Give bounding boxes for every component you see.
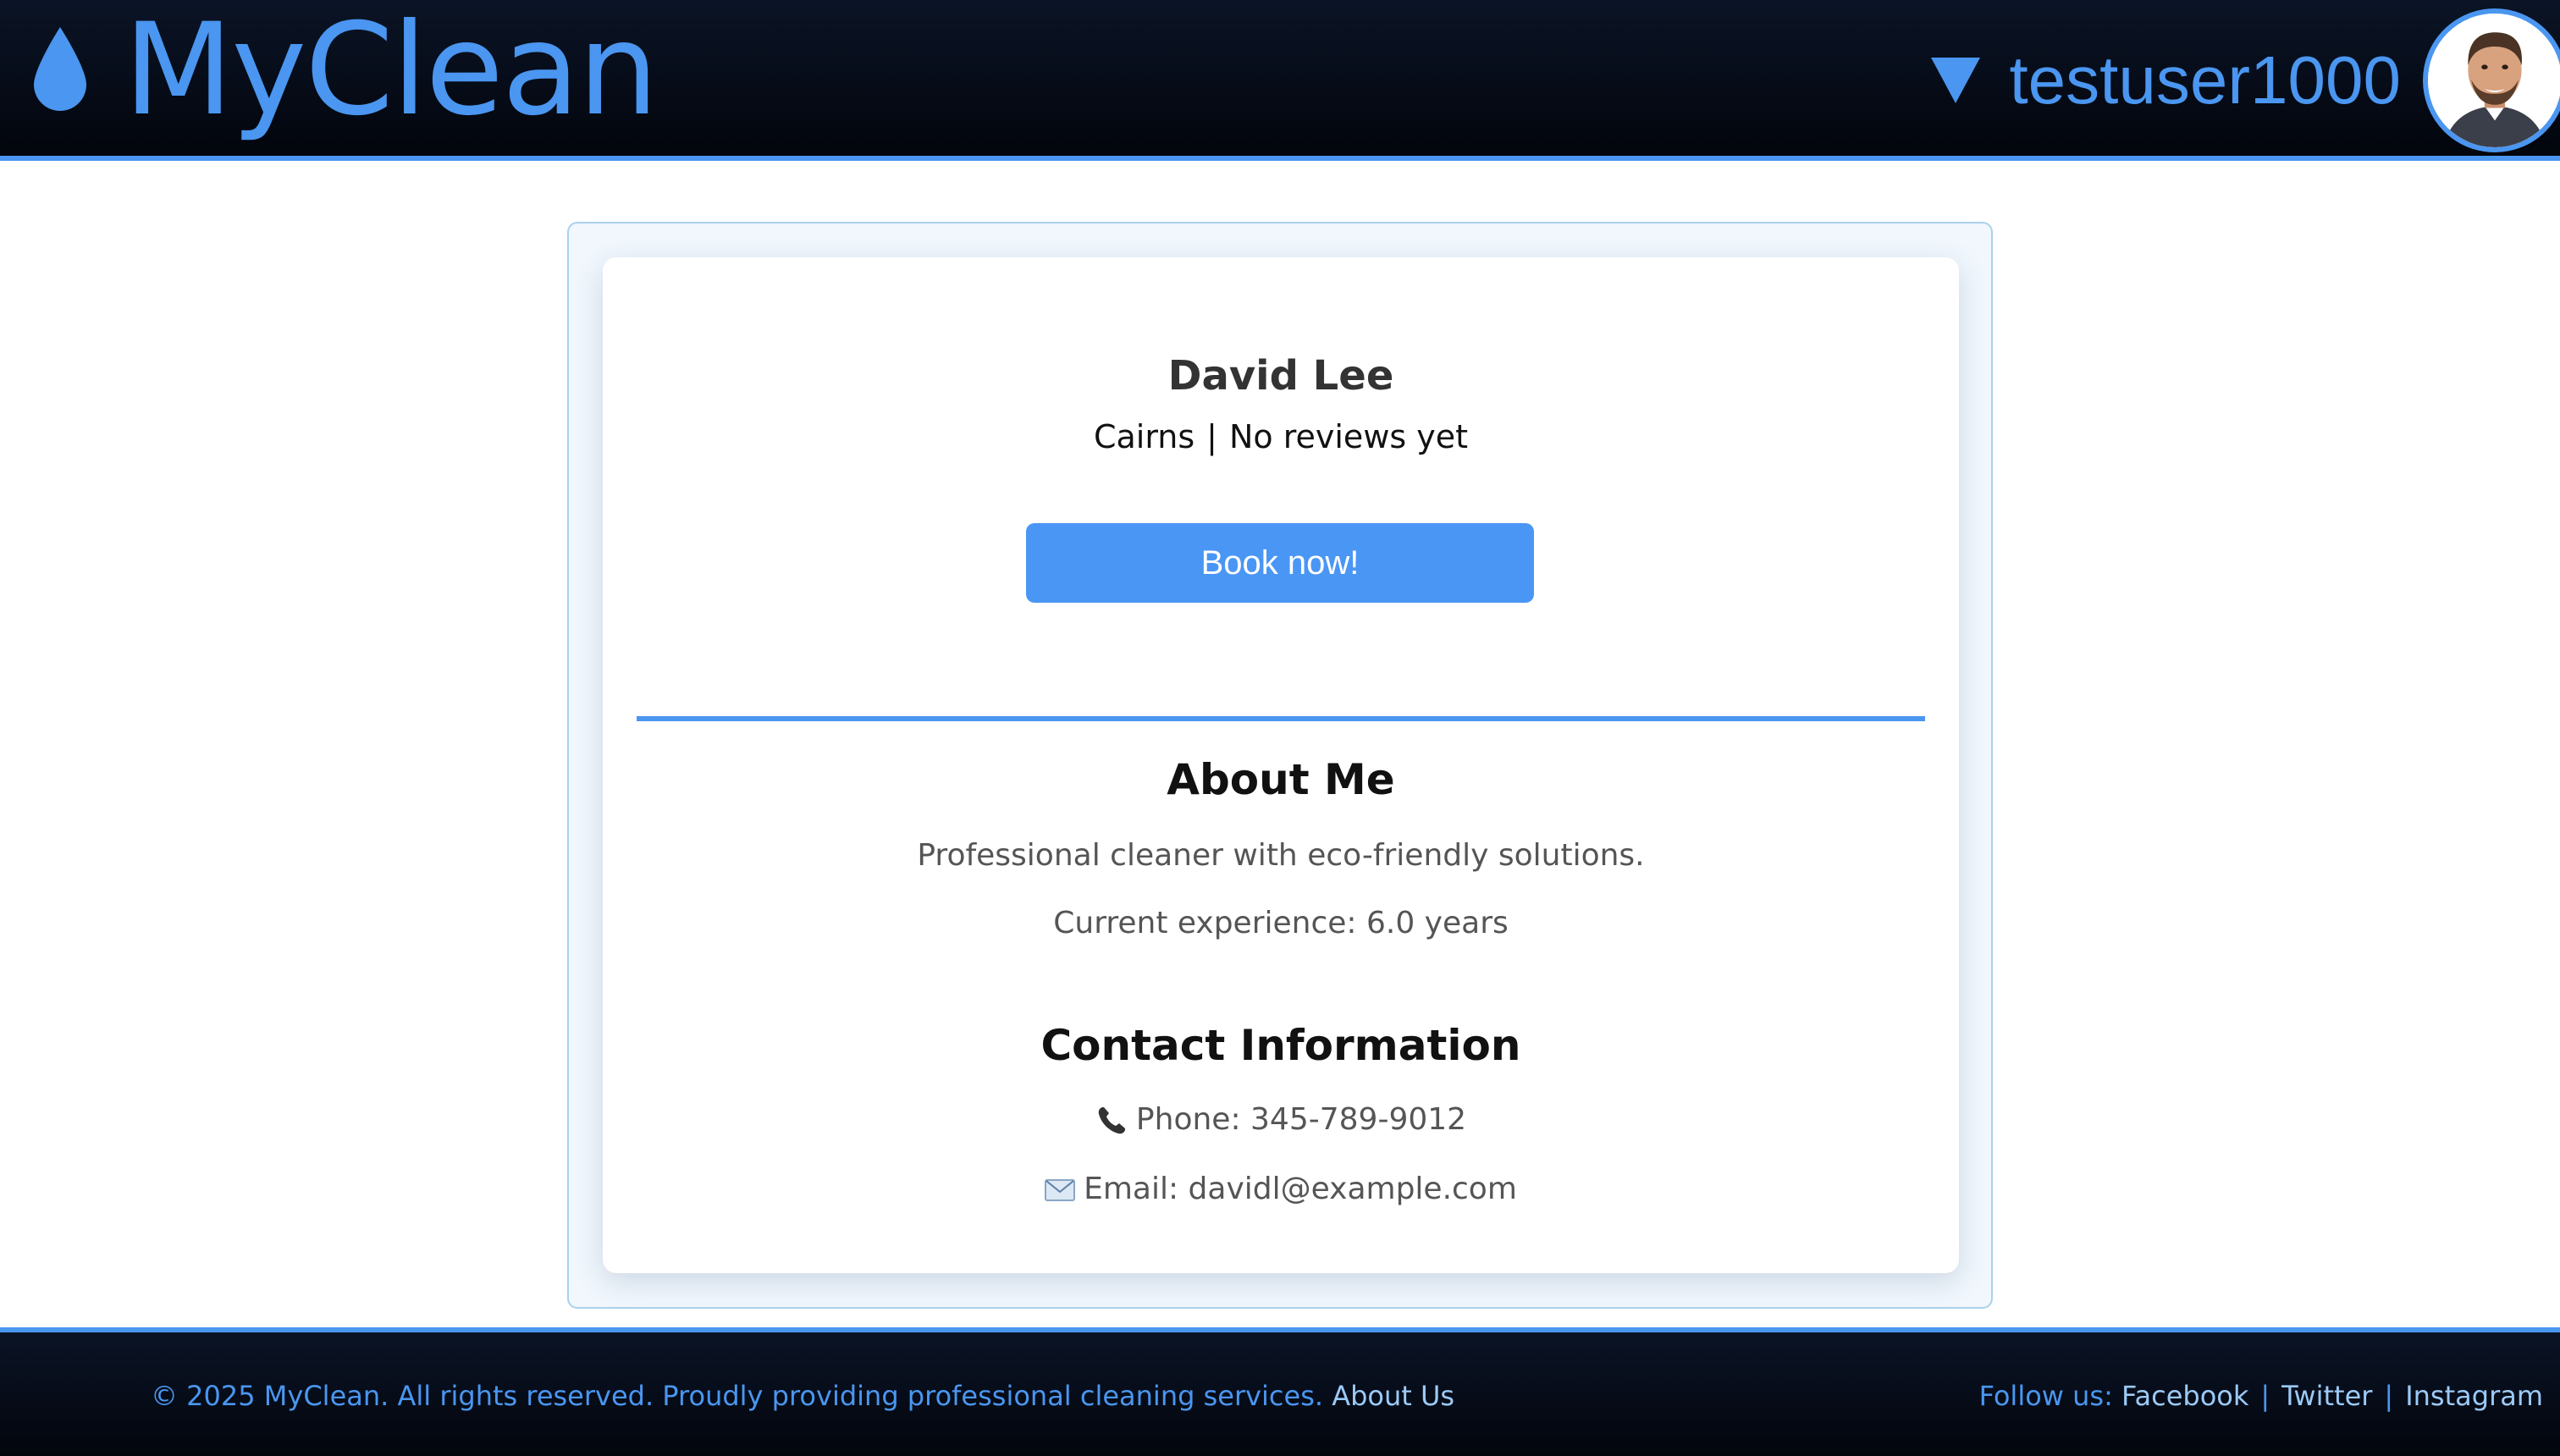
site-header: MyClean testuser1000: [0, 0, 2560, 161]
phone-label: Phone:: [1135, 1102, 1241, 1137]
profile-panel: David Lee Cairns | No reviews yet Book now…: [567, 222, 1993, 1309]
avatar[interactable]: [2423, 8, 2560, 152]
about-title: About Me: [1167, 755, 1395, 804]
reviews-label: No reviews yet: [1228, 418, 1469, 455]
telephone-icon: [1095, 1105, 1128, 1137]
meta-separator: |: [1206, 418, 1217, 455]
phone-number: 345-789-9012: [1250, 1102, 1467, 1137]
contact-title: Contact Information: [1040, 1021, 1521, 1070]
username-label[interactable]: testuser1000: [2009, 41, 2401, 119]
triangle-down-icon[interactable]: [1931, 58, 1981, 103]
phone-line: Phone: 345-789-9012: [603, 1102, 1959, 1137]
copyright-text: © 2025 MyClean. All rights reserved. Pro…: [151, 1380, 1324, 1412]
instagram-link[interactable]: Instagram: [2405, 1380, 2543, 1412]
water-drop-icon: [34, 27, 86, 111]
about-us-link[interactable]: About Us: [1332, 1380, 1454, 1412]
section-divider: [637, 716, 1925, 721]
brand-logo[interactable]: MyClean: [30, 0, 659, 144]
site-footer: © 2025 MyClean. All rights reserved. Pro…: [0, 1327, 2560, 1456]
email-address: davidl@example.com: [1188, 1172, 1517, 1206]
cleaner-name: David Lee: [1167, 352, 1394, 400]
brand-name: MyClean: [124, 0, 659, 144]
profile-meta: Cairns | No reviews yet: [603, 418, 1959, 455]
experience-text: Current experience: 6.0 years: [1053, 906, 1509, 940]
email-label: Email:: [1084, 1172, 1179, 1206]
social-separator: |: [2384, 1380, 2394, 1412]
user-menu[interactable]: testuser1000: [1931, 0, 2560, 161]
follow-label: Follow us:: [1978, 1380, 2113, 1412]
envelope-icon: [1045, 1179, 1076, 1201]
footer-copyright: © 2025 MyClean. All rights reserved. Pro…: [151, 1380, 1454, 1412]
email-line: Email: davidl@example.com: [603, 1172, 1959, 1206]
about-description: Professional cleaner with eco-friendly s…: [917, 838, 1645, 873]
profile-card: David Lee Cairns | No reviews yet Book now…: [603, 257, 1959, 1273]
location-label: Cairns: [1093, 418, 1195, 455]
facebook-link[interactable]: Facebook: [2121, 1380, 2248, 1412]
book-now-button[interactable]: Book now!: [1026, 523, 1534, 603]
twitter-link[interactable]: Twitter: [2281, 1380, 2372, 1412]
social-separator: |: [2260, 1380, 2270, 1412]
footer-social: Follow us: Facebook | Twitter | Instagram: [1979, 1380, 2543, 1412]
user-avatar-icon: [2428, 14, 2560, 147]
